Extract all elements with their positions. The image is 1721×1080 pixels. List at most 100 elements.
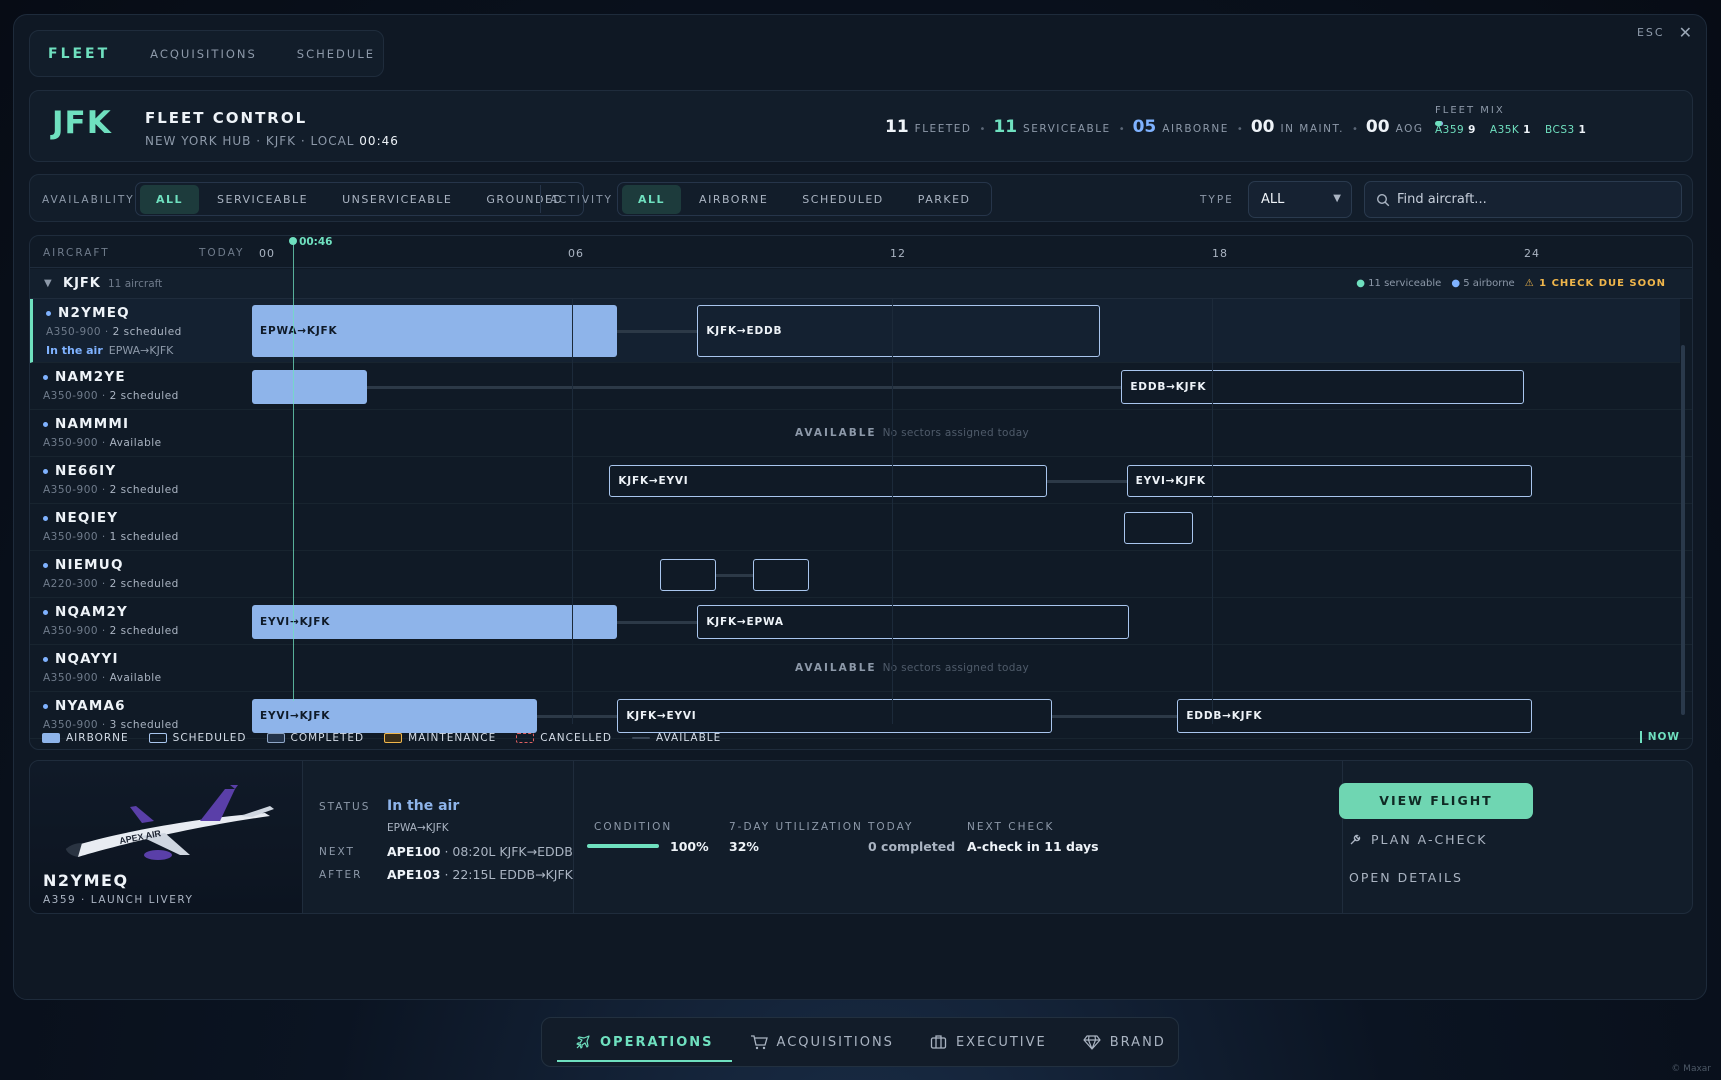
- stat-separator: •: [1352, 124, 1358, 135]
- dock-brand[interactable]: BRAND: [1065, 1018, 1184, 1066]
- availability-option-unserviceable[interactable]: UNSERVICEABLE: [326, 185, 468, 214]
- scheduled-flight-bar[interactable]: EDDB→KJFK: [1121, 369, 1524, 404]
- aircraft-image: APEX AIR N2YMEQ A359 · LAUNCH LIVERY: [30, 761, 303, 913]
- aircraft-detail-card: APEX AIR N2YMEQ A359 · LAUNCH LIVERY STA…: [29, 760, 1693, 914]
- legend-label: COMPLETED: [290, 731, 365, 744]
- dock-acquisitions[interactable]: ACQUISITIONS: [732, 1018, 912, 1066]
- availability-option-serviceable[interactable]: SERVICEABLE: [201, 185, 324, 214]
- stat-airborne: 05 AIRBORNE: [1133, 117, 1229, 137]
- tab-acquisitions[interactable]: ACQUISITIONS: [130, 47, 277, 61]
- stat-label: AIRBORNE: [1162, 123, 1229, 135]
- availability-option-all[interactable]: ALL: [140, 184, 200, 214]
- airborne-flight-bar[interactable]: EPWA→KJFK: [252, 305, 618, 357]
- dock-executive[interactable]: EXECUTIVE: [912, 1018, 1065, 1066]
- after-flight[interactable]: APE103 · 22:15L EDDB→KJFK: [387, 867, 573, 882]
- detail-subtitle: A359 · LAUNCH LIVERY: [43, 894, 194, 906]
- group-count: 11 aircraft: [108, 278, 163, 290]
- timeline-scrollbar[interactable]: [1681, 345, 1685, 715]
- chevron-down-icon[interactable]: ▼: [44, 278, 52, 289]
- legend-scheduled: SCHEDULED: [148, 732, 247, 744]
- airborne-flight-bar[interactable]: EYVI→KJFK: [252, 604, 618, 639]
- fleet-mix-bar: [1435, 121, 1443, 126]
- activity-option-scheduled[interactable]: SCHEDULED: [786, 185, 899, 214]
- scheduled-flight-bar[interactable]: [753, 558, 810, 591]
- aircraft-meta: A350-900 · 2 scheduled: [46, 326, 182, 338]
- group-airborne: ● 5 airborne: [1451, 278, 1515, 289]
- tab-schedule[interactable]: SCHEDULE: [277, 47, 395, 61]
- stat-serviceable: 11 SERVICEABLE: [993, 117, 1110, 137]
- cart-icon: [750, 1035, 768, 1050]
- aircraft-row[interactable]: NEQIEY A350-900 · 1 scheduled: [30, 504, 1692, 551]
- after-flight-info: · 22:15L EDDB→KJFK: [444, 867, 573, 882]
- meta-separator: ·: [98, 672, 110, 684]
- view-flight-button[interactable]: VIEW FLIGHT: [1339, 783, 1533, 819]
- tick-12: 12: [890, 247, 906, 260]
- dock-operations[interactable]: OPERATIONS: [557, 1018, 732, 1066]
- aircraft-row[interactable]: NE66IY A350-900 · 2 scheduled KJFK→EYVI EYV…: [30, 457, 1692, 504]
- tab-fleet[interactable]: FLEET: [48, 46, 130, 62]
- close-control[interactable]: ESC ✕: [1637, 23, 1692, 42]
- available-label: AVAILABLE: [795, 426, 877, 439]
- next-flight-number: APE100: [387, 844, 441, 859]
- aircraft-row[interactable]: N2YMEQ A350-900 · 2 scheduled In the air EP…: [30, 299, 1680, 363]
- tick-00: 00: [259, 247, 275, 260]
- plan-a-check-button[interactable]: PLAN A-CHECK: [1349, 832, 1487, 847]
- aircraft-search-input[interactable]: Find aircraft...: [1364, 181, 1682, 218]
- aircraft-type: A220-300: [43, 578, 99, 590]
- aircraft-row[interactable]: NQAM2Y A350-900 · 2 scheduled EYVI→KJFK KJF…: [30, 598, 1692, 645]
- today-stat-value: 0 completed: [868, 839, 956, 854]
- next-flight-info: · 08:20L KJFK→EDDB: [444, 844, 573, 859]
- aircraft-row[interactable]: NAMMMI A350-900 · Available AVAILABLE No se…: [30, 410, 1692, 457]
- legend-maintenance: MAINTENANCE: [384, 732, 496, 744]
- aircraft-registration: NAM2YE: [43, 369, 126, 385]
- check-due-warning[interactable]: ⚠ 1 CHECK DUE SOON: [1525, 278, 1666, 289]
- close-icon[interactable]: ✕: [1679, 23, 1692, 42]
- next-flight[interactable]: APE100 · 08:20L KJFK→EDDB: [387, 844, 573, 859]
- group-serviceable-text: 11 serviceable: [1368, 278, 1442, 289]
- airborne-flight-bar[interactable]: [252, 369, 367, 404]
- scheduled-flight-bar[interactable]: [1124, 511, 1194, 544]
- stat-label: IN MAINT.: [1280, 123, 1344, 135]
- stat-in-maint: 00 IN MAINT.: [1251, 117, 1344, 137]
- mix-type: A35K: [1489, 124, 1520, 136]
- today-stat-label: TODAY: [868, 821, 914, 833]
- available-label: AVAILABLE: [795, 661, 877, 674]
- aircraft-row[interactable]: NIEMUQ A220-300 · 2 scheduled: [30, 551, 1692, 598]
- scheduled-flight-bar[interactable]: [660, 558, 716, 591]
- dock-label: BRAND: [1109, 1034, 1166, 1050]
- meta-separator: ·: [98, 578, 110, 590]
- now-time-label: 00:46: [299, 236, 333, 248]
- aircraft-column-label: AIRCRAFT: [43, 247, 110, 259]
- type-select[interactable]: ALL ▼: [1248, 181, 1352, 218]
- meta-separator: ·: [98, 531, 110, 543]
- mix-count: 1: [1578, 124, 1587, 136]
- scheduled-flight-bar[interactable]: EYVI→KJFK: [1126, 464, 1532, 497]
- group-airborne-text: 5 airborne: [1463, 278, 1515, 289]
- status-route: EPWA→KJFK: [108, 344, 174, 357]
- aircraft-registration: NAMMMI: [43, 416, 129, 432]
- aircraft-row[interactable]: NAM2YE A350-900 · 2 scheduled EDDB→KJFK: [30, 363, 1692, 410]
- aircraft-type: A350-900: [43, 390, 99, 402]
- stat-label: SERVICEABLE: [1023, 123, 1111, 135]
- legend-cancelled: CANCELLED: [516, 732, 612, 744]
- scheduled-flight-bar[interactable]: KJFK→EDDB: [697, 305, 1100, 357]
- page-title: FLEET CONTROL: [145, 109, 308, 127]
- activity-option-parked[interactable]: PARKED: [902, 185, 987, 214]
- aircraft-type: A350-900: [43, 437, 99, 449]
- fleet-mix-items: A359 9 A35K 1 BCS3 1: [1435, 124, 1685, 136]
- open-details-button[interactable]: OPEN DETAILS: [1349, 870, 1463, 885]
- activity-option-airborne[interactable]: AIRBORNE: [683, 185, 784, 214]
- legend-swatch: [632, 736, 651, 739]
- scheduled-flight-bar[interactable]: KJFK→EPWA: [697, 604, 1130, 639]
- esc-label: ESC: [1636, 26, 1665, 39]
- chevron-down-icon: ▼: [1333, 193, 1341, 204]
- aircraft-row[interactable]: NQAYYI A350-900 · Available AVAILABLE No se…: [30, 645, 1692, 692]
- scheduled-flight-bar[interactable]: KJFK→EYVI: [609, 464, 1047, 497]
- bar-connector: [537, 714, 618, 718]
- availability-label: AVAILABILITY: [42, 194, 135, 206]
- local-time: 00:46: [359, 134, 399, 148]
- activity-option-all[interactable]: ALL: [622, 184, 682, 214]
- tick-18: 18: [1212, 247, 1228, 260]
- aircraft-status: In the air EPWA→KJFK: [46, 344, 173, 357]
- group-header-kjfk[interactable]: ▼ KJFK 11 aircraft ● 11 serviceable ● 5 …: [30, 269, 1692, 299]
